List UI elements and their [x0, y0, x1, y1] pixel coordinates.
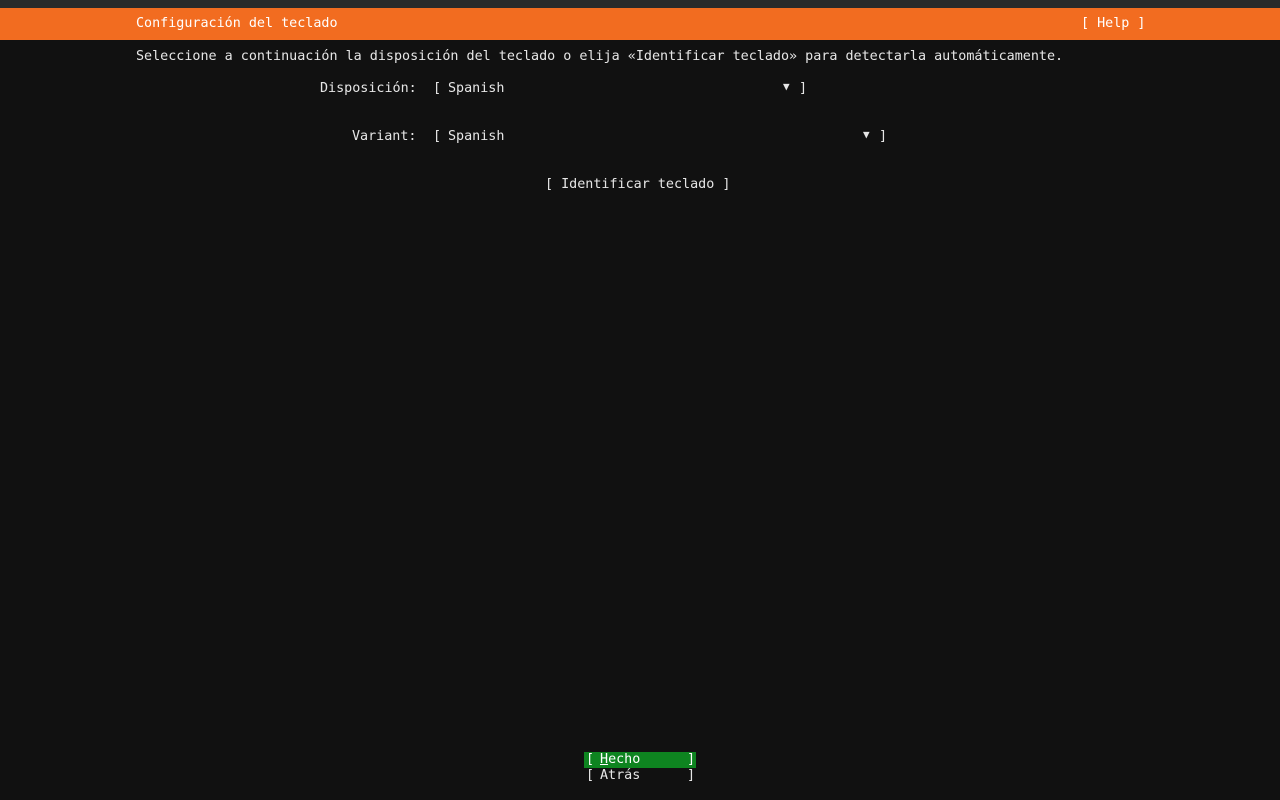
dropdown-arrow-icon: ▼ — [783, 80, 790, 93]
variant-value: Spanish — [448, 129, 505, 144]
open-bracket: [ — [586, 752, 595, 767]
instructions-text: Seleccione a continuación la disposición… — [136, 49, 1064, 64]
done-button[interactable]: [ Hecho ] — [584, 752, 696, 768]
close-bracket: ] — [799, 81, 808, 96]
help-button[interactable]: [ Help ] — [1081, 16, 1146, 31]
header-bar: Configuración del teclado [ Help ] — [0, 8, 1280, 40]
variant-label: Variant: — [352, 129, 417, 144]
page-title: Configuración del teclado — [136, 16, 338, 31]
layout-label: Disposición: — [320, 81, 417, 96]
open-bracket: [ — [586, 768, 595, 783]
open-bracket: [ — [433, 81, 442, 96]
layout-value: Spanish — [448, 81, 505, 96]
identify-keyboard-button[interactable]: [ Identificar teclado ] — [545, 177, 730, 192]
variant-select[interactable]: [ Spanish ▼ ] — [433, 128, 888, 147]
layout-select[interactable]: [ Spanish ▼ ] — [433, 80, 808, 99]
back-button[interactable]: [ Atrás ] — [584, 768, 696, 784]
close-bracket: ] — [879, 129, 888, 144]
close-bracket: ] — [687, 768, 696, 783]
window-top-band — [0, 0, 1280, 8]
close-bracket: ] — [687, 752, 696, 767]
done-label: Hecho — [600, 752, 641, 767]
back-label: Atrás — [600, 768, 641, 783]
open-bracket: [ — [433, 129, 442, 144]
dropdown-arrow-icon: ▼ — [863, 128, 870, 141]
